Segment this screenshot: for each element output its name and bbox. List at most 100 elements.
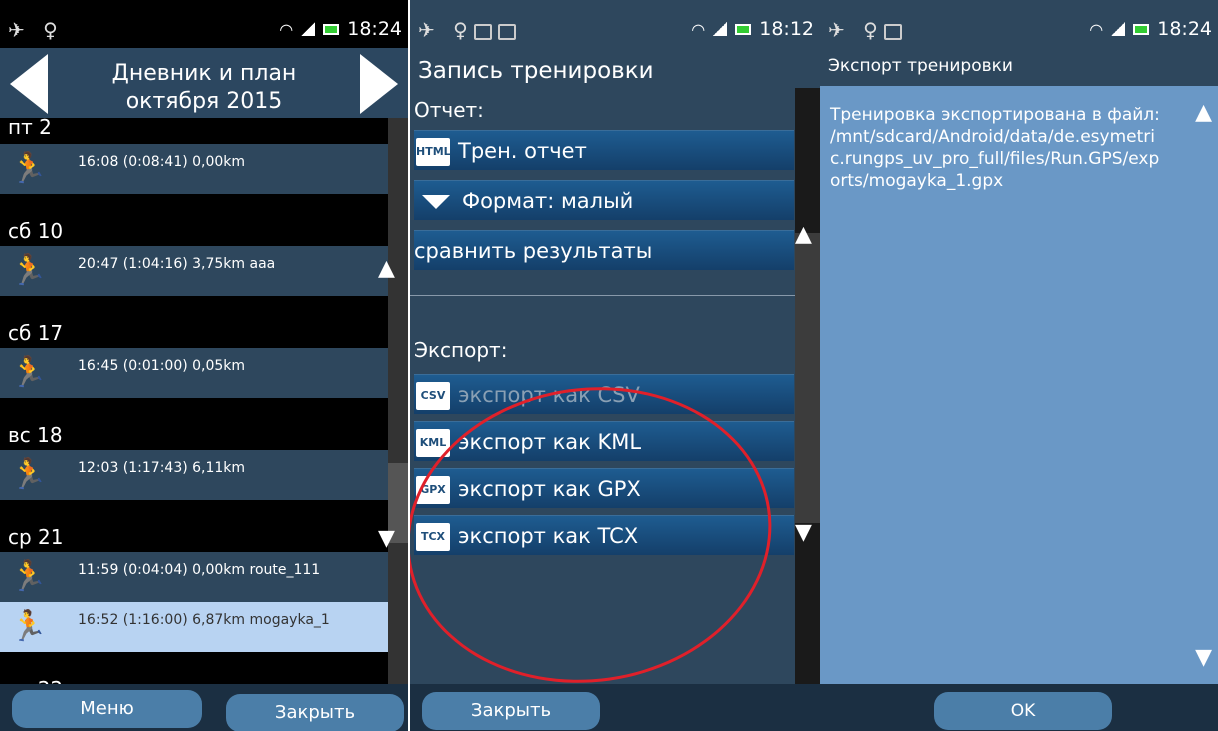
workout-entry-text: 20:47 (1:04:16) 3,75km aaa bbox=[78, 256, 276, 272]
close-button[interactable]: Закрыть bbox=[422, 692, 600, 730]
export-tcx-button[interactable]: TCX экспорт как TCX bbox=[414, 515, 794, 555]
workout-entry[interactable]: 🏃 11:59 (0:04:04) 0,00km route_111 bbox=[0, 552, 388, 602]
next-month-icon[interactable] bbox=[360, 54, 398, 114]
export-kml-button[interactable]: KML экспорт как KML bbox=[414, 421, 794, 461]
workout-record-panel: ✈ ♀ ◠ 18:12 Запись тренировки Отчет: HTM… bbox=[410, 0, 820, 731]
scroll-up-icon[interactable]: ▲ bbox=[378, 256, 395, 281]
wifi-icon: ◠ bbox=[1089, 19, 1104, 39]
workout-entry-text: 16:45 (0:01:00) 0,05km bbox=[78, 358, 246, 374]
status-icons-left: ✈ ♀ bbox=[418, 18, 522, 42]
wifi-icon: ◠ bbox=[279, 19, 294, 39]
section-divider bbox=[410, 295, 795, 296]
report-section-label: Отчет: bbox=[414, 98, 484, 122]
status-bar: ✈ ♀ ◠ 18:12 bbox=[410, 14, 820, 50]
status-bar: ✈ ♀ ◠ 18:24 bbox=[820, 14, 1218, 50]
day-label: вс 18 bbox=[8, 423, 63, 447]
day-label: пт 2 bbox=[8, 118, 52, 139]
report-html-button[interactable]: HTML Трен. отчет bbox=[414, 130, 794, 170]
wifi-icon: ◠ bbox=[691, 19, 706, 39]
workout-entry[interactable]: 🏃 12:03 (1:17:43) 6,11km bbox=[0, 450, 388, 500]
export-csv-button[interactable]: CSV экспорт как CSV bbox=[414, 374, 794, 414]
diary-title-line: октября 2015 bbox=[125, 89, 283, 114]
runner-icon: 🏃 bbox=[10, 609, 48, 644]
workout-options: Отчет: HTML Трен. отчет Формат: малый сра… bbox=[410, 88, 795, 707]
status-icons-right: ◠ 18:12 bbox=[691, 18, 814, 40]
status-time: 18:24 bbox=[347, 18, 402, 40]
export-section-label: Экспорт: bbox=[414, 338, 508, 362]
html-file-icon: HTML bbox=[416, 138, 451, 166]
export-message: Тренировка экспортирована в файл: /mnt/s… bbox=[830, 105, 1160, 191]
runner-icon: 🏃 bbox=[10, 151, 48, 186]
status-bar: ✈ ♀ ◠ 18:24 bbox=[0, 14, 408, 50]
battery-icon bbox=[735, 23, 752, 35]
report-html-label: Трен. отчет bbox=[458, 139, 587, 163]
diary-title: Дневник и план октября 2015 bbox=[60, 60, 348, 116]
export-tcx-label: экспорт как TCX bbox=[458, 524, 639, 548]
runner-icon: 🏃 bbox=[10, 559, 48, 594]
bottom-bar: Закрыть bbox=[410, 684, 820, 731]
dropdown-arrow-icon bbox=[422, 195, 450, 209]
day-label: сб 10 bbox=[8, 219, 64, 243]
workout-entry[interactable]: 🏃 16:45 (0:01:00) 0,05km bbox=[0, 348, 388, 398]
workout-entry-text: 12:03 (1:17:43) 6,11km bbox=[78, 460, 246, 476]
format-dropdown[interactable]: Формат: малый bbox=[414, 180, 794, 220]
battery-icon bbox=[323, 23, 340, 35]
kml-file-icon: KML bbox=[416, 429, 450, 457]
status-icons-left: ✈ ♀ bbox=[8, 18, 64, 42]
workout-entry-text: 11:59 (0:04:04) 0,00km route_111 bbox=[78, 562, 321, 578]
workout-entry[interactable]: 🏃 20:47 (1:04:16) 3,75km aaa bbox=[0, 246, 388, 296]
format-label: Формат: малый bbox=[462, 189, 634, 213]
export-gpx-label: экспорт как GPX bbox=[458, 477, 641, 501]
status-icons-right: ◠ 18:24 bbox=[1089, 18, 1212, 40]
status-icons-left: ✈ ♀ bbox=[828, 18, 908, 42]
export-csv-label: экспорт как CSV bbox=[458, 383, 640, 407]
signal-icon bbox=[1111, 22, 1126, 36]
runner-icon: 🏃 bbox=[10, 355, 48, 390]
scroll-up-icon[interactable]: ▲ bbox=[1195, 100, 1212, 125]
csv-file-icon: CSV bbox=[416, 382, 450, 410]
scroll-down-icon[interactable]: ▼ bbox=[795, 520, 812, 545]
scroll-down-icon[interactable]: ▼ bbox=[378, 526, 395, 551]
menu-button[interactable]: Меню bbox=[12, 690, 202, 728]
diary-title-line: Дневник и план bbox=[111, 61, 297, 86]
export-kml-label: экспорт как KML bbox=[458, 430, 642, 454]
close-button[interactable]: Закрыть bbox=[226, 694, 404, 731]
scrollbar-thumb[interactable] bbox=[795, 233, 820, 523]
export-gpx-button[interactable]: GPX экспорт как GPX bbox=[414, 468, 794, 508]
workout-entry-text: 16:52 (1:16:00) 6,87km mogayka_1 bbox=[78, 612, 330, 628]
workout-entry-text: 16:08 (0:08:41) 0,00km bbox=[78, 154, 246, 170]
ok-button[interactable]: OK bbox=[934, 692, 1112, 730]
workout-entry[interactable]: 🏃 16:08 (0:08:41) 0,00km bbox=[0, 144, 388, 194]
runner-icon: 🏃 bbox=[10, 253, 48, 288]
diary-list[interactable]: пт 2 🏃 16:08 (0:08:41) 0,00km сб 10 🏃 20:47 (… bbox=[0, 118, 388, 684]
day-label: сб 17 bbox=[8, 321, 64, 345]
bag-icon bbox=[497, 23, 516, 40]
scroll-up-icon[interactable]: ▲ bbox=[795, 222, 812, 247]
runner-icon: 🏃 bbox=[10, 457, 48, 492]
status-time: 18:12 bbox=[759, 18, 814, 40]
options-scrollbar[interactable]: ▲ ▼ bbox=[795, 88, 820, 684]
tcx-file-icon: TCX bbox=[416, 523, 450, 551]
signal-icon bbox=[301, 22, 316, 36]
bottom-bar: OK bbox=[820, 684, 1218, 731]
diary-header: Дневник и план октября 2015 bbox=[0, 48, 408, 118]
day-label: ср 21 bbox=[8, 525, 64, 549]
diary-scrollbar[interactable]: ▲ ▼ bbox=[378, 118, 408, 684]
dialog-title: Экспорт тренировки bbox=[828, 56, 1013, 76]
status-time: 18:24 bbox=[1157, 18, 1212, 40]
image-icon bbox=[473, 23, 492, 40]
scroll-down-icon[interactable]: ▼ bbox=[1195, 645, 1212, 670]
day-label: чт 22 bbox=[0, 674, 388, 684]
signal-icon bbox=[713, 22, 728, 36]
page-title: Запись тренировки bbox=[418, 58, 654, 84]
prev-month-icon[interactable] bbox=[10, 54, 48, 114]
export-dialog-panel: ✈ ♀ ◠ 18:24 Экспорт тренировки Тренировк… bbox=[820, 0, 1218, 731]
compare-results-button[interactable]: сравнить результаты bbox=[414, 230, 794, 270]
gpx-file-icon: GPX bbox=[416, 476, 450, 504]
dialog-body: Тренировка экспортирована в файл: /mnt/s… bbox=[820, 86, 1218, 684]
bottom-bar: Меню Закрыть bbox=[0, 684, 408, 731]
status-icons-right: ◠ 18:24 bbox=[279, 18, 402, 40]
workout-entry[interactable]: 🏃 16:52 (1:16:00) 6,87km mogayka_1 bbox=[0, 602, 388, 652]
compare-results-label: сравнить результаты bbox=[414, 239, 653, 263]
image-icon bbox=[883, 23, 902, 40]
